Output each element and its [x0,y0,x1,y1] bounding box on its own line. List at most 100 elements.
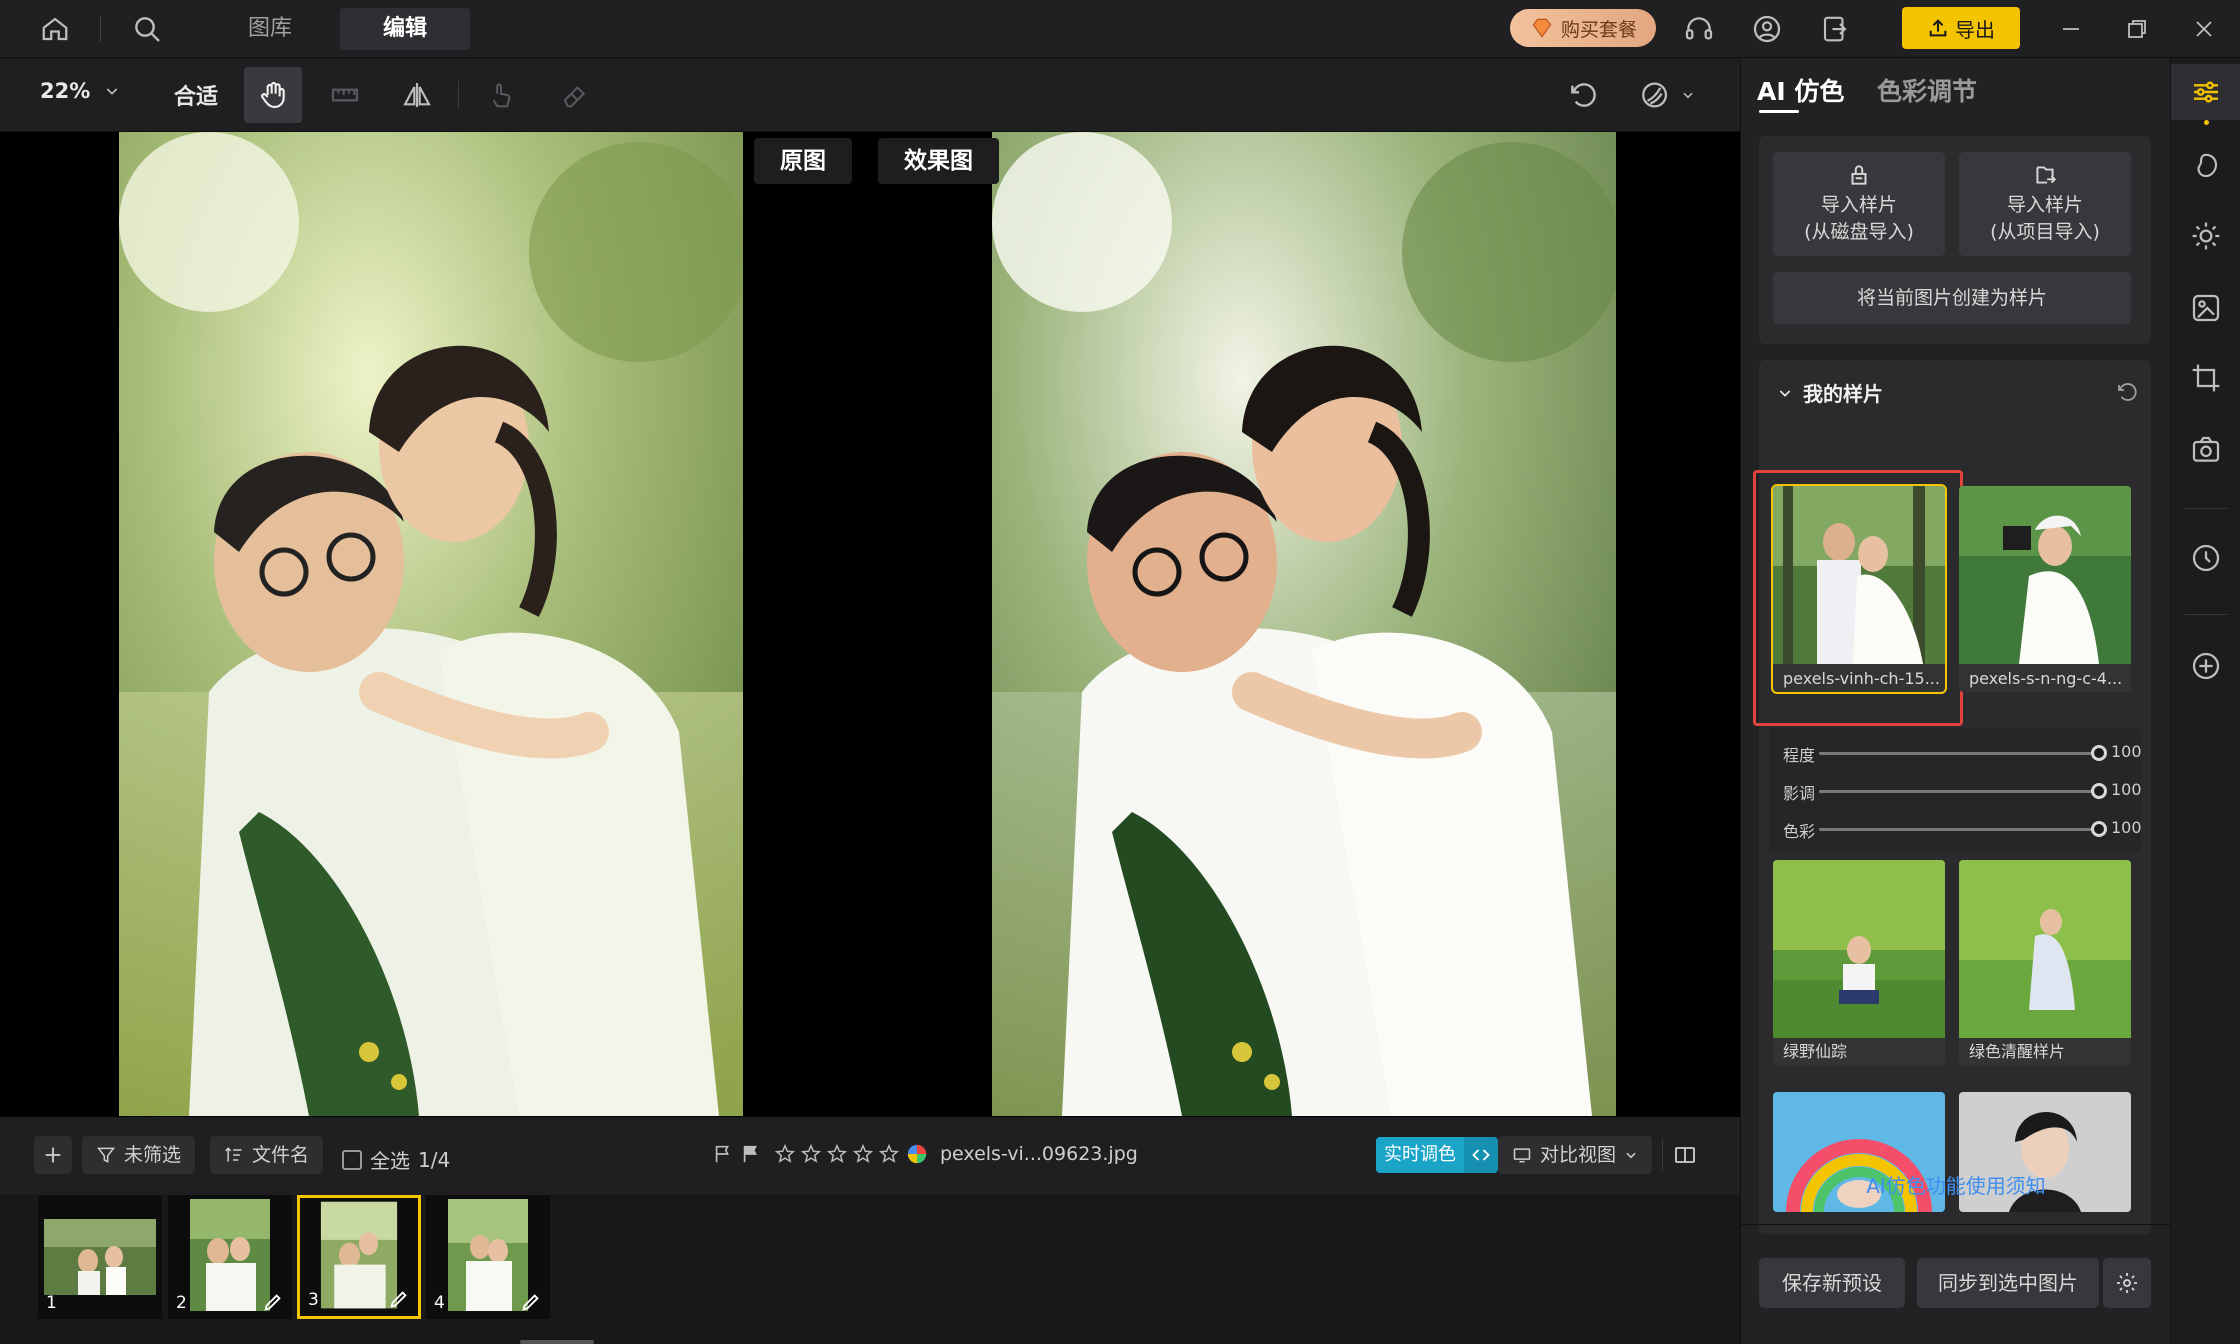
import-from-disk-button[interactable]: 导入样片 (从磁盘导入) [1773,152,1945,256]
fit-button[interactable]: 合适 [174,79,218,111]
divider [2185,508,2227,509]
star-icon[interactable] [852,1143,874,1165]
touch-tool[interactable] [472,67,530,123]
add-tool-icon[interactable] [2171,638,2240,694]
slider-track[interactable] [1819,828,2099,831]
compare-view-select[interactable]: 对比视图 [1498,1136,1653,1174]
restore-icon[interactable] [2118,10,2156,48]
star-icon[interactable] [878,1143,900,1165]
my-samples-header[interactable]: 我的样片 [1777,378,1883,407]
export-button[interactable]: 导出 [1902,7,2020,49]
ai-help-link[interactable]: AI仿色功能使用须知 [1741,1170,2171,1199]
search-icon[interactable] [128,10,166,48]
headset-icon[interactable] [1680,10,1718,48]
minimize-icon[interactable] [2052,10,2090,48]
light-icon[interactable] [2171,208,2240,264]
undo-tool[interactable] [1554,67,1612,123]
import-disk-icon [1851,165,1867,185]
refresh-icon[interactable] [2115,380,2139,404]
zoom-select[interactable]: 22% [40,79,120,103]
import-project-line2: (从项目导入) [1990,221,2100,243]
thumbnail[interactable]: 2 [168,1195,292,1319]
filmstrip-scrollbar[interactable] [520,1340,594,1344]
star-rating[interactable] [774,1143,900,1165]
select-all-checkbox[interactable] [342,1149,362,1170]
sample-card[interactable]: 绿色清醒样片 [1959,860,2131,1066]
effect-image[interactable] [992,132,1616,1116]
image-edit-icon[interactable] [2171,280,2240,336]
slider-track[interactable] [1819,752,2099,755]
tab-gallery[interactable]: 图库 [222,8,318,50]
flag-icon[interactable] [712,1143,734,1165]
user-icon[interactable] [1748,10,1786,48]
divider [1662,1139,1663,1171]
rating-bar: pexels-vi...09623.jpg [712,1143,1138,1165]
my-samples-title: 我的样片 [1803,382,1883,406]
camera-icon[interactable] [2171,422,2240,478]
eraser-tool[interactable] [546,67,604,123]
adjust-sliders-icon[interactable] [2171,64,2240,120]
chevron-down-icon [1626,1152,1636,1159]
create-sample-button[interactable]: 将当前图片创建为样片 [1773,272,2131,324]
right-panel: AI 仿色 色彩调节 导入样片 (从磁盘导入) 导入样片 (从项目导入) 将当前… [1740,58,2171,1344]
zoom-value: 22% [40,79,91,103]
edited-icon [264,1294,281,1311]
home-icon[interactable] [36,10,74,48]
original-image[interactable] [119,132,743,1116]
flip-tool[interactable] [388,67,446,123]
filter-button[interactable]: 未筛选 [82,1136,196,1174]
buy-package-button[interactable]: 购买套餐 [1510,9,1656,47]
thumbnail[interactable]: 1 [38,1195,162,1319]
star-icon[interactable] [826,1143,848,1165]
sample-name: pexels-s-n-ng-c-4... [1969,669,2123,688]
ruler-tool[interactable] [316,67,374,123]
reject-flag-icon[interactable] [740,1143,762,1165]
rotate-icon [1571,83,1596,107]
tab-edit[interactable]: 编辑 [340,8,470,50]
import-box: 导入样片 (从磁盘导入) 导入样片 (从项目导入) 将当前图片创建为样片 [1759,136,2151,344]
sync-settings-button[interactable] [2103,1258,2151,1308]
history-icon[interactable] [2171,530,2240,586]
slider-label: 影调 [1783,784,1816,803]
thumbnail[interactable]: 4 [426,1195,550,1319]
hand-tool[interactable] [244,67,302,123]
current-filename: pexels-vi...09623.jpg [940,1143,1138,1165]
code-icon [1464,1137,1498,1173]
slider-knob[interactable] [2091,821,2107,837]
tab-color-adjust[interactable]: 色彩调节 [1877,72,1977,108]
sample-card[interactable]: pexels-s-n-ng-c-4... [1959,486,2131,692]
import-from-project-button[interactable]: 导入样片 (从项目导入) [1959,152,2131,256]
slider-knob[interactable] [2091,745,2107,761]
sync-selected-button[interactable]: 同步到选中图片 [1917,1258,2099,1308]
edited-icon [390,1291,407,1308]
layers-circle-icon [1642,82,1668,108]
sample-name: pexels-vinh-ch-15... [1783,669,1940,688]
import-disk-line1: 导入样片 [1820,194,1897,216]
star-icon[interactable] [800,1143,822,1165]
close-icon[interactable] [2185,10,2223,48]
sample-card-selected[interactable]: pexels-vinh-ch-15... [1771,484,1947,694]
right-tool-rail [2170,58,2240,1344]
realtime-toggle[interactable]: 实时调色 [1376,1137,1498,1173]
sort-button[interactable]: 文件名 [210,1136,324,1174]
export-label: 导出 [1955,17,1995,42]
import-project-line1: 导入样片 [2006,194,2083,216]
gear-icon [2117,1273,2137,1293]
color-label-icon[interactable] [906,1143,928,1165]
add-button[interactable] [34,1136,72,1174]
slider-row: 色彩 100 [1769,818,2142,842]
split-view-button[interactable] [1668,1136,1702,1174]
thumbnail-selected[interactable]: 3 [297,1195,421,1319]
crop-icon[interactable] [2171,350,2240,406]
slider-knob[interactable] [2091,783,2107,799]
star-icon[interactable] [774,1143,796,1165]
sample-name: 绿野仙踪 [1783,1042,1848,1061]
face-retouch-icon[interactable] [2171,138,2240,194]
select-all[interactable]: 全选 1/4 [342,1145,450,1174]
save-preset-button[interactable]: 保存新预设 [1759,1258,1905,1308]
share-icon[interactable] [1816,10,1854,48]
tab-ai-color[interactable]: AI 仿色 [1757,72,1844,108]
overlay-select[interactable] [1624,67,1710,123]
slider-track[interactable] [1819,790,2099,793]
sample-card[interactable]: 绿野仙踪 [1773,860,1945,1066]
